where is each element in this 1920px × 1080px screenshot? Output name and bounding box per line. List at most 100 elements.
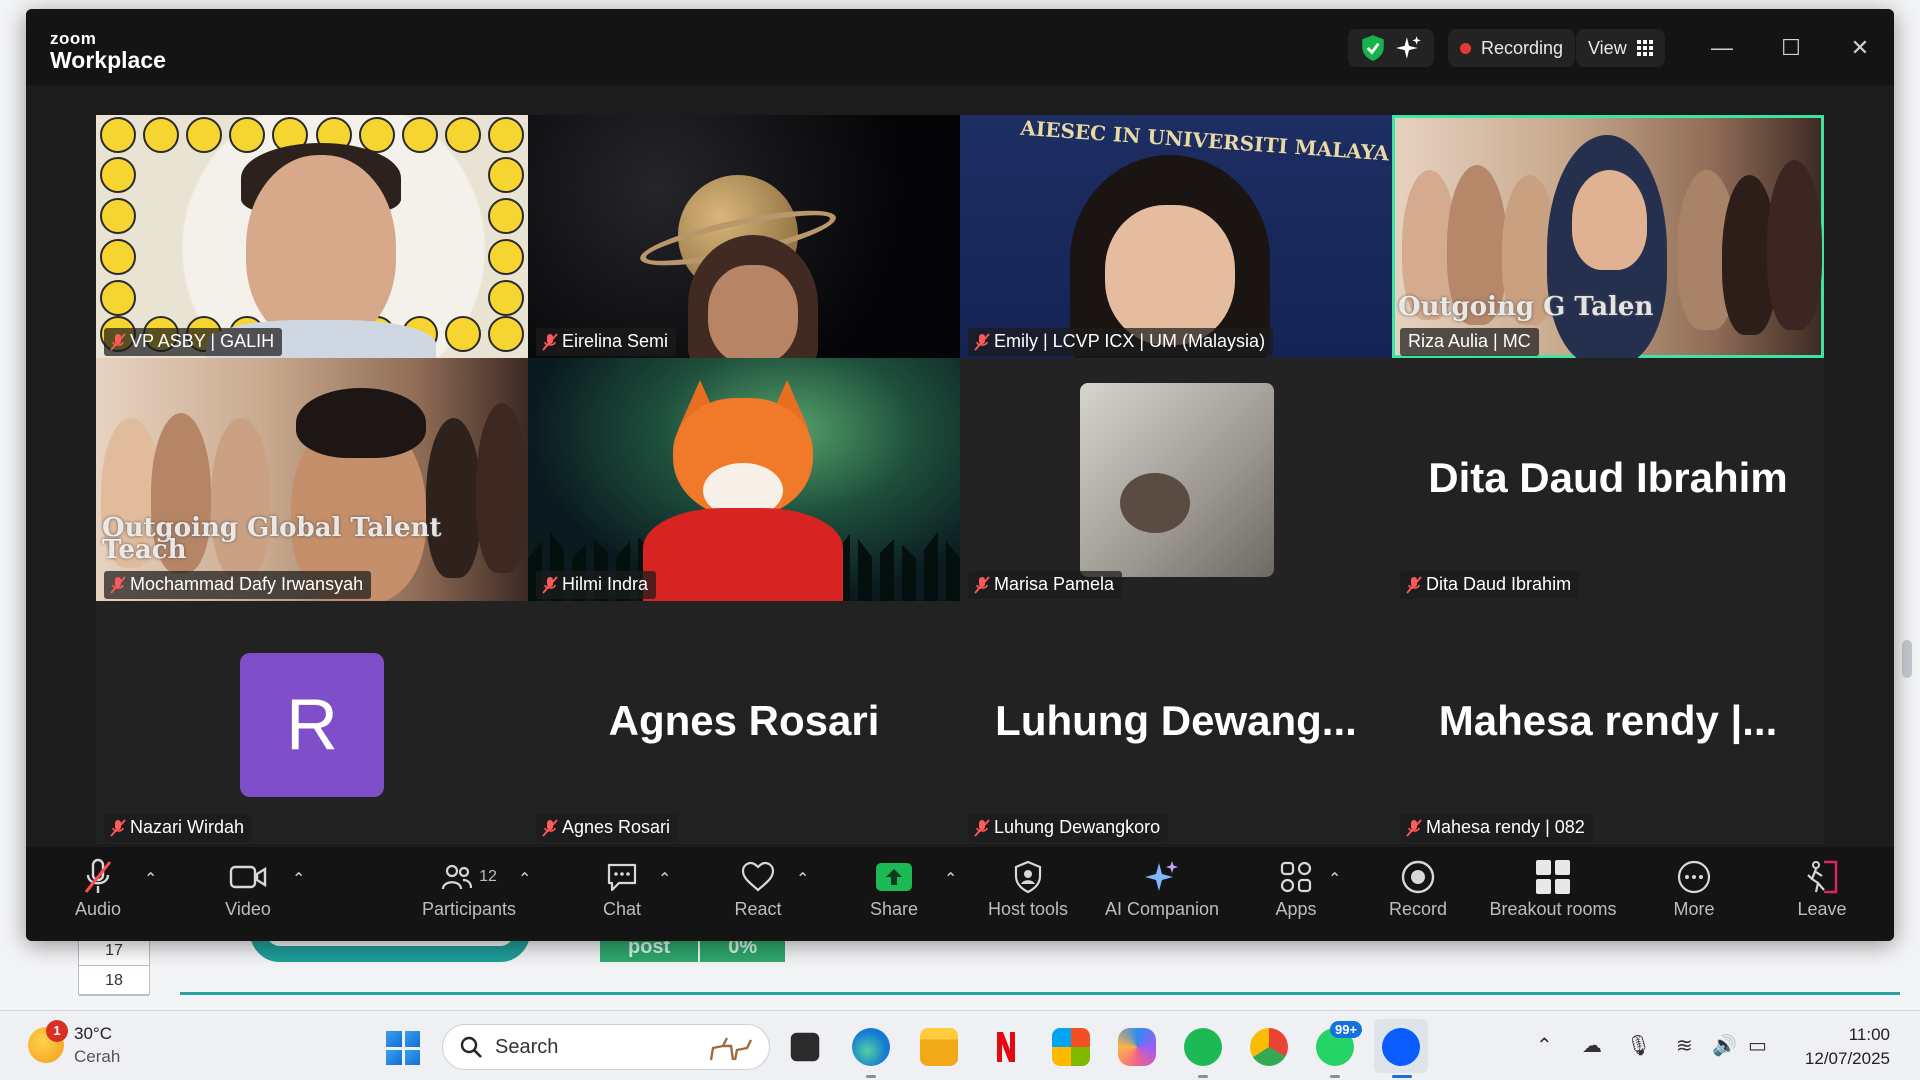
leave-label: Leave (1797, 899, 1847, 919)
clock-time: 11:00 (1848, 1025, 1890, 1044)
share-options-chevron-icon[interactable]: ⌃ (944, 869, 957, 889)
ai-sparkle-icon[interactable] (1396, 35, 1422, 61)
record-button[interactable]: Record (1378, 855, 1458, 920)
ai-companion-sparkle-icon (1145, 861, 1178, 891)
record-label: Record (1388, 899, 1448, 919)
encryption-shield-icon[interactable] (1360, 34, 1386, 62)
start-button[interactable] (386, 1031, 420, 1065)
battery-icon[interactable]: ▭ (1748, 1033, 1767, 1058)
microsoft-store-icon[interactable] (1052, 1028, 1090, 1066)
apps-button[interactable]: Apps (1264, 855, 1328, 920)
security-controls (1348, 29, 1434, 67)
leave-button[interactable]: Leave (1790, 855, 1854, 920)
participant-name-tag: Eirelina Semi (536, 328, 677, 356)
muted-mic-icon (974, 819, 990, 837)
video-button[interactable]: Video (208, 855, 288, 920)
onedrive-cloud-icon[interactable]: ☁ (1582, 1033, 1602, 1058)
participant-name-tag: Emily | LCVP ICX | UM (Malaysia) (968, 328, 1274, 356)
participant-display-name: Agnes Rosari (608, 697, 880, 744)
record-icon (1401, 860, 1435, 894)
participant-tile[interactable]: Dita Daud Ibrahim Dita Daud Ibrahim (1392, 358, 1824, 601)
weather-widget[interactable]: 30°C Cerah (28, 1022, 120, 1068)
wifi-icon[interactable]: ≋ (1676, 1033, 1693, 1058)
host-tools-button[interactable]: Host tools (978, 855, 1078, 920)
participant-display-name: Dita Daud Ibrahim (1428, 454, 1788, 501)
participant-tile[interactable]: Agnes Rosari Agnes Rosari (528, 601, 960, 844)
recording-indicator[interactable]: Recording (1448, 29, 1576, 67)
participant-tile[interactable]: R Nazari Wirdah (96, 601, 528, 844)
volume-icon[interactable]: 🔊 (1712, 1033, 1737, 1058)
muted-mic-icon (110, 576, 126, 594)
video-label: Video (225, 899, 271, 919)
chrome-icon[interactable] (1250, 1028, 1288, 1066)
participant-tile[interactable]: VP ASBY | GALIH (96, 115, 528, 358)
participant-tile[interactable]: Marisa Pamela (960, 358, 1392, 601)
brand-small: zoom (50, 29, 97, 48)
running-indicator (866, 1075, 876, 1078)
participant-name-tag: Hilmi Indra (536, 571, 657, 599)
participant-name: Eirelina Semi (562, 331, 669, 351)
file-explorer-icon[interactable] (920, 1028, 958, 1066)
react-options-chevron-icon[interactable]: ⌃ (796, 869, 809, 889)
edge-browser-icon[interactable] (852, 1028, 890, 1066)
participant-tile[interactable]: Mahesa rendy |... Mahesa rendy | 082 (1392, 601, 1824, 844)
participant-name-tag: Luhung Dewangkoro (968, 814, 1169, 842)
more-button[interactable]: More (1662, 855, 1726, 920)
weather-notification-badge: 1 (46, 1020, 68, 1042)
breakout-rooms-icon (1536, 860, 1570, 894)
participant-tile[interactable]: Hilmi Indra (528, 358, 960, 601)
audio-button[interactable]: Audio (66, 855, 130, 920)
netflix-icon[interactable] (986, 1028, 1024, 1066)
participant-tile[interactable]: Eirelina Semi (528, 115, 960, 358)
breakout-rooms-button[interactable]: Breakout rooms (1478, 855, 1628, 920)
participant-name: Dita Daud Ibrahim (1426, 574, 1572, 594)
share-screen-button[interactable]: Share (862, 855, 926, 920)
background-divider (180, 992, 1900, 995)
view-label: View (1588, 37, 1627, 58)
view-button[interactable]: View (1576, 29, 1665, 67)
participants-options-chevron-icon[interactable]: ⌃ (518, 869, 531, 889)
host-tools-label: Host tools (987, 899, 1069, 919)
zoom-app-icon[interactable] (1382, 1028, 1420, 1066)
chat-bubble-icon (607, 863, 637, 892)
background-scrollbar[interactable] (1902, 640, 1912, 678)
participant-tile[interactable]: Outgoing Global Talent Teach Mochammad D… (96, 358, 528, 601)
emoji-border-right (486, 155, 526, 318)
windows-taskbar: 30°C Cerah 1 Search 99+ ⌃ ☁ 🎙 ≋ 🔊 ▭ 11:0… (0, 1010, 1920, 1080)
audio-options-chevron-icon[interactable]: ⌃ (144, 869, 157, 889)
participant-name: Nazari Wirdah (130, 817, 245, 837)
apps-options-chevron-icon[interactable]: ⌃ (1328, 869, 1341, 889)
chat-button[interactable]: Chat (590, 855, 654, 920)
muted-mic-icon (974, 333, 990, 351)
maximize-button[interactable]: ☐ (1775, 33, 1807, 63)
copilot-icon[interactable] (1118, 1028, 1156, 1066)
muted-mic-icon (84, 858, 112, 893)
system-clock[interactable]: 11:00 12/07/2025 (1805, 1023, 1890, 1071)
task-view-icon[interactable] (790, 1032, 820, 1062)
react-button[interactable]: React (726, 855, 790, 920)
background-caption: Outgoing Global Talent Teach (102, 513, 442, 565)
participant-name-tag: VP ASBY | GALIH (104, 328, 283, 356)
host-shield-icon (1014, 860, 1042, 894)
zoom-logo: zoom Workplace (50, 30, 166, 72)
spotify-icon[interactable] (1184, 1028, 1222, 1066)
ai-companion-button[interactable]: AI Companion (1092, 855, 1232, 920)
show-hidden-icons-chevron-icon[interactable]: ⌃ (1536, 1033, 1553, 1058)
minimize-button[interactable]: — (1706, 33, 1738, 63)
participants-label: Participants (421, 899, 517, 919)
row-number: 18 (79, 966, 149, 996)
active-speaker-tile[interactable]: Outgoing G Talen Riza Aulia | MC (1392, 115, 1824, 358)
heart-icon (741, 861, 775, 892)
participant-tile[interactable]: AIESEC IN UNIVERSITI MALAYA 24.25 Emily … (960, 115, 1392, 358)
participant-name-tag: Marisa Pamela (968, 571, 1123, 599)
participant-name: Mochammad Dafy Irwansyah (130, 574, 364, 594)
microphone-tray-icon[interactable]: 🎙 (1626, 1033, 1651, 1058)
close-button[interactable]: ✕ (1844, 33, 1876, 63)
participant-name: VP ASBY | GALIH (130, 331, 275, 351)
participant-tile[interactable]: Luhung Dewang... Luhung Dewangkoro (960, 601, 1392, 844)
chat-options-chevron-icon[interactable]: ⌃ (658, 869, 671, 889)
more-options-icon (1677, 860, 1711, 894)
video-options-chevron-icon[interactable]: ⌃ (292, 869, 305, 889)
taskbar-search[interactable]: Search (442, 1024, 770, 1070)
leave-meeting-icon (1807, 860, 1838, 894)
